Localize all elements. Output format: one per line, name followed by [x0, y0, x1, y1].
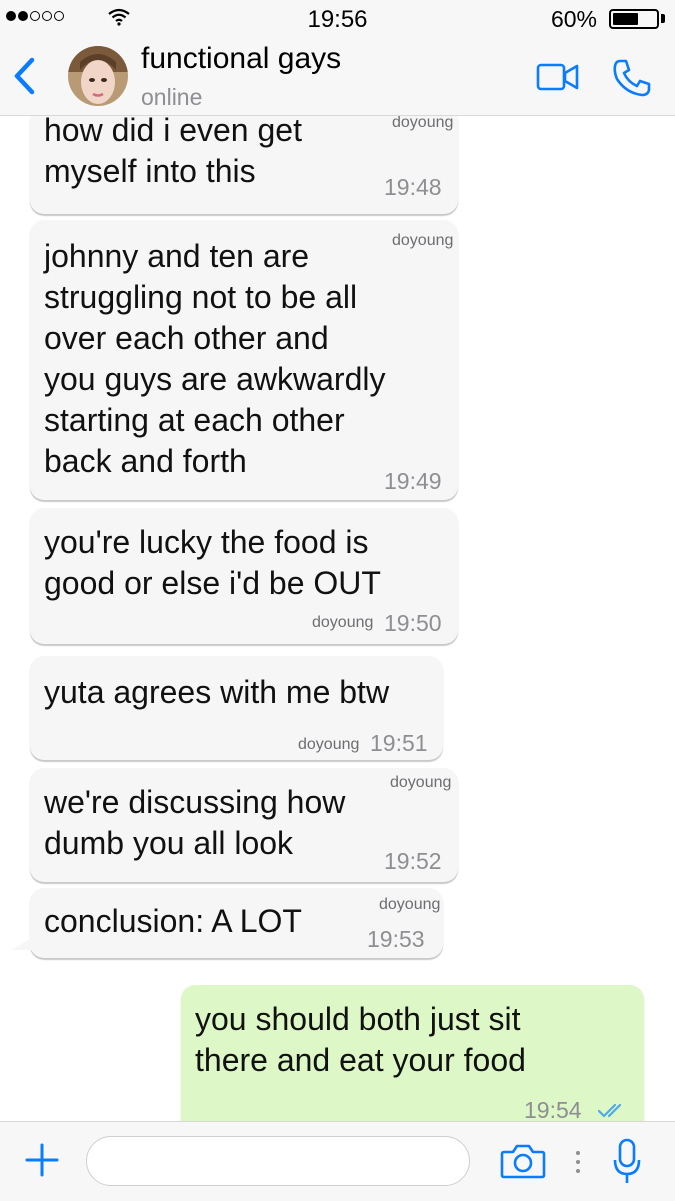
bubble-tail	[12, 936, 34, 950]
message-text: you're lucky the food is	[44, 524, 369, 560]
message-text: conclusion: A LOT	[44, 903, 302, 939]
message-bubble[interactable]: johnny and ten are struggling not to be …	[30, 220, 458, 500]
message-sender: doyoung	[298, 736, 360, 753]
message-text: there and eat your food	[195, 1042, 526, 1078]
video-camera-icon[interactable]	[536, 62, 580, 92]
battery-tip	[661, 14, 665, 23]
status-bar: 19:56 60%	[0, 0, 675, 38]
battery-percentage: 60%	[550, 6, 597, 32]
message-time: 19:52	[384, 848, 442, 874]
message-text: myself into this	[44, 153, 256, 189]
message-text: struggling not to be all	[44, 279, 358, 315]
message-text: good or else i'd be OUT	[44, 565, 381, 601]
message-time: 19:48	[384, 174, 442, 200]
message-input[interactable]	[86, 1136, 470, 1186]
plus-icon[interactable]	[24, 1142, 60, 1178]
phone-icon[interactable]	[612, 58, 652, 98]
message-time: 19:51	[370, 730, 428, 756]
message-text: we're discussing how	[44, 784, 346, 820]
message-text: johnny and ten are	[44, 238, 310, 274]
message-time: 19:53	[367, 926, 425, 952]
chevron-left-icon[interactable]	[10, 56, 38, 96]
message-bubble[interactable]: we're discussing how dumb you all look d…	[30, 768, 458, 882]
message-sender: doyoung	[379, 896, 441, 913]
avatar[interactable]	[68, 46, 128, 106]
message-text: dumb you all look	[44, 825, 294, 861]
avatar-image	[68, 46, 128, 106]
message-sender: doyoung	[312, 614, 374, 631]
message-list[interactable]: how did i even get myself into this doyo…	[0, 116, 675, 1121]
message-text: starting at each other	[44, 402, 345, 438]
message-bubble[interactable]: you're lucky the food is good or else i'…	[30, 508, 458, 644]
more-options-icon[interactable]	[574, 1150, 582, 1174]
message-text: how did i even get	[44, 116, 302, 148]
message-time: 19:54	[524, 1097, 582, 1121]
message-text: you guys are awkwardly	[44, 361, 386, 397]
message-sender: doyoung	[392, 116, 454, 131]
message-sender: doyoung	[392, 232, 454, 249]
message-text: yuta agrees with me btw	[44, 674, 390, 710]
message-sender: doyoung	[390, 774, 452, 791]
read-receipt-icon	[597, 1103, 622, 1118]
message-bubble[interactable]: yuta agrees with me btw doyoung 19:51	[30, 656, 443, 760]
message-text: back and forth	[44, 443, 247, 479]
message-time: 19:49	[384, 468, 442, 494]
message-time: 19:50	[384, 610, 442, 636]
message-bubble-outgoing[interactable]: you should both just sit there and eat y…	[181, 985, 644, 1121]
chat-header: functional gays online	[0, 38, 675, 116]
compose-bar	[0, 1121, 675, 1201]
message-bubble[interactable]: conclusion: A LOT doyoung 19:53	[30, 888, 443, 958]
message-bubble[interactable]: how did i even get myself into this doyo…	[30, 116, 458, 214]
chat-status: online	[141, 84, 203, 110]
microphone-icon[interactable]	[612, 1138, 642, 1186]
chat-title[interactable]: functional gays	[141, 42, 341, 76]
battery-icon	[609, 9, 659, 29]
message-text: you should both just sit	[195, 1001, 521, 1037]
message-text: over each other and	[44, 320, 329, 356]
camera-icon[interactable]	[500, 1142, 546, 1180]
